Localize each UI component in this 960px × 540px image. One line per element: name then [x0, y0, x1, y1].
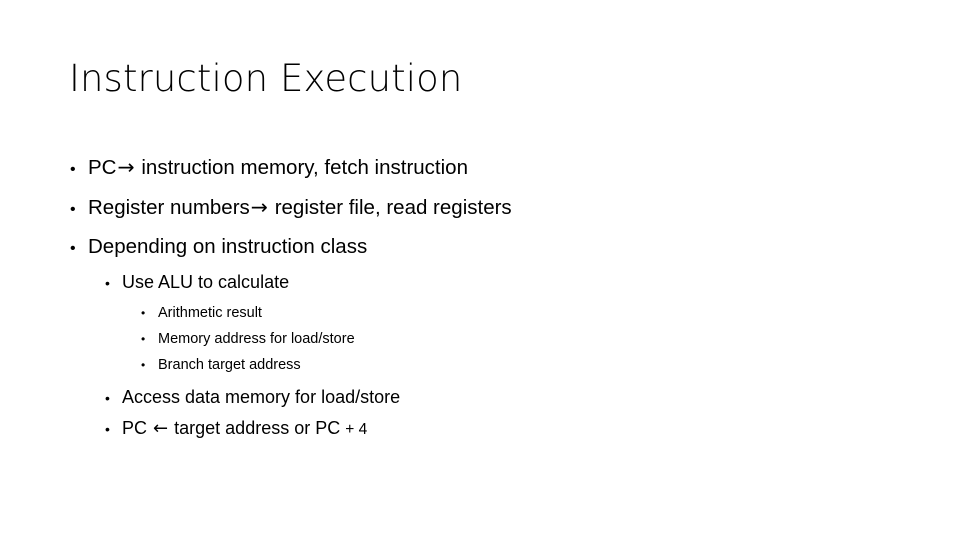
slide-canvas: Instruction Execution • PC→ instruction … — [0, 0, 960, 540]
bullet-text-pre: Register numbers — [88, 196, 250, 219]
bullet-text: PC ← target address or PC + 4 — [122, 413, 367, 445]
bullet-text-pre: PC — [122, 418, 148, 438]
bullet-text-pre: PC — [88, 156, 117, 179]
bullet-marker-icon: • — [70, 240, 76, 257]
bullet-text: PC→ instruction memory, fetch instructio… — [88, 147, 468, 188]
bullet-text-post: target address or PC — [174, 418, 341, 438]
bullet-level2-item: • Use ALU to calculate — [0, 267, 960, 298]
bullet-marker-icon: • — [70, 201, 76, 218]
bullet-text: Use ALU to calculate — [122, 272, 290, 292]
slide-body-content: • PC→ instruction memory, fetch instruct… — [0, 147, 960, 444]
bullet-text: Access data memory for load/store — [122, 387, 401, 407]
bullet-marker-icon: • — [141, 306, 146, 320]
bullet-text-post: instruction memory, fetch instruction — [141, 156, 468, 179]
bullet-marker-icon: • — [70, 161, 76, 178]
bullet-text: Memory address for load/store — [158, 331, 355, 347]
bullet-level3-item: • Arithmetic result — [0, 300, 960, 326]
bullet-marker-icon: • — [141, 358, 146, 372]
bullet-level3-item: • Branch target address — [0, 352, 960, 378]
bullet-text: Depending on instruction class — [88, 235, 368, 258]
bullet-level3-item: • Memory address for load/store — [0, 326, 960, 352]
bullet-marker-icon: • — [105, 275, 110, 291]
bullet-marker-icon: • — [105, 421, 110, 437]
bullet-marker-icon: • — [105, 390, 110, 406]
bullet-level2-item: • Access data memory for load/store — [0, 382, 960, 413]
right-arrow-icon: → — [250, 195, 268, 219]
bullet-level1-item: • Depending on instruction class — [0, 227, 960, 267]
bullet-text: Branch target address — [158, 357, 301, 373]
bullet-text-tail: + 4 — [345, 421, 368, 438]
bullet-text: Register numbers→ register file, read re… — [88, 187, 512, 228]
bullet-text-post: register file, read registers — [274, 196, 512, 219]
slide-title: Instruction Execution — [69, 57, 463, 100]
bullet-marker-icon: • — [141, 332, 146, 346]
bullet-text: Arithmetic result — [158, 305, 262, 321]
left-arrow-icon: ← — [153, 418, 169, 439]
bullet-level2-item: • PC ← target address or PC + 4 — [0, 413, 960, 444]
bullet-level1-item: • PC→ instruction memory, fetch instruct… — [0, 147, 960, 187]
bullet-level1-item: • Register numbers→ register file, read … — [0, 187, 960, 227]
right-arrow-icon: → — [117, 155, 135, 179]
